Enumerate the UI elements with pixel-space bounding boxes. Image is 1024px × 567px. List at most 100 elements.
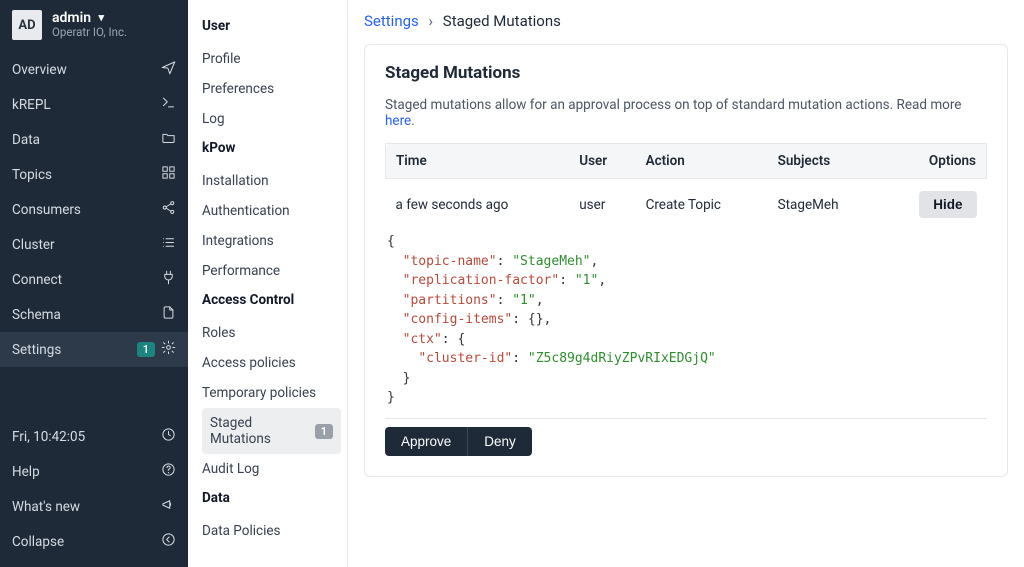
- cell-subjects: StageMeh: [768, 179, 880, 231]
- sidebar-item-label: Help: [12, 464, 161, 480]
- subnav-item-label: Roles: [202, 325, 235, 341]
- subnav-item-label: Log: [202, 111, 225, 127]
- subnav-item-label: Integrations: [202, 233, 274, 249]
- panel-title: Staged Mutations: [385, 63, 987, 83]
- mutation-payload: { "topic-name": "StageMeh", "replication…: [385, 230, 987, 419]
- col-time: Time: [386, 144, 570, 179]
- approve-button[interactable]: Approve: [385, 427, 467, 456]
- collapse-icon: [161, 532, 176, 551]
- subnav-item-data-policies[interactable]: Data Policies: [202, 516, 341, 546]
- subnav-group-title: User: [202, 18, 341, 34]
- subnav-item-label: Staged Mutations: [210, 415, 315, 447]
- list-icon: [161, 235, 176, 254]
- subnav-item-roles[interactable]: Roles: [202, 318, 341, 348]
- sidebar-item-label: Fri, 10:42:05: [12, 429, 161, 445]
- col-subjects: Subjects: [768, 144, 880, 179]
- mutations-table: Time User Action Subjects Options a few …: [385, 143, 987, 230]
- subnav-item-audit-log[interactable]: Audit Log: [202, 454, 341, 484]
- sidebar-item-label: Collapse: [12, 534, 161, 550]
- folder-icon: [161, 130, 176, 149]
- sidebar-footer-what-s-new[interactable]: What's new: [0, 489, 188, 524]
- subnav-item-label: Performance: [202, 263, 280, 279]
- sidebar-item-krepl[interactable]: kREPL: [0, 87, 188, 122]
- subnav-item-access-policies[interactable]: Access policies: [202, 348, 341, 378]
- sidebar-item-label: Overview: [12, 62, 161, 78]
- sidebar-footer-fri-10-42-05[interactable]: Fri, 10:42:05: [0, 419, 188, 454]
- chevron-down-icon: ▾: [99, 12, 105, 25]
- clock-icon: [161, 427, 176, 446]
- help-icon: [161, 462, 176, 481]
- sidebar-item-label: What's new: [12, 499, 161, 515]
- sidebar-item-label: kREPL: [12, 97, 161, 113]
- breadcrumb: Settings › Staged Mutations: [364, 12, 1008, 30]
- main-content: Settings › Staged Mutations Staged Mutat…: [348, 0, 1024, 567]
- subnav-group-title: kPow: [202, 140, 341, 156]
- col-user: User: [569, 144, 635, 179]
- sidebar-item-settings[interactable]: Settings1: [0, 332, 188, 367]
- sidebar-item-cluster[interactable]: Cluster: [0, 227, 188, 262]
- breadcrumb-current: Staged Mutations: [443, 12, 561, 30]
- sidebar-item-label: Cluster: [12, 237, 161, 253]
- cell-action: Create Topic: [636, 179, 768, 231]
- sidebar-item-connect[interactable]: Connect: [0, 262, 188, 297]
- cell-user: user: [569, 179, 635, 231]
- table-row: a few seconds ago user Create Topic Stag…: [386, 179, 987, 231]
- sidebar-badge: 1: [137, 342, 155, 357]
- share-icon: [161, 200, 176, 219]
- terminal-icon: [161, 95, 176, 114]
- subnav-item-label: Authentication: [202, 203, 290, 219]
- subnav-item-label: Data Policies: [202, 523, 280, 539]
- subnav-item-staged-mutations[interactable]: Staged Mutations1: [202, 408, 341, 454]
- user-name: admin: [52, 10, 91, 26]
- subnav-item-temporary-policies[interactable]: Temporary policies: [202, 378, 341, 408]
- subnav-item-label: Installation: [202, 173, 269, 189]
- deny-button[interactable]: Deny: [467, 427, 532, 456]
- user-menu[interactable]: AD admin ▾ Operatr IO, Inc.: [0, 0, 188, 52]
- subnav-item-label: Temporary policies: [202, 385, 316, 401]
- hide-button[interactable]: Hide: [919, 191, 976, 218]
- megaphone-icon: [161, 497, 176, 516]
- col-action: Action: [636, 144, 768, 179]
- gear-icon: [161, 340, 176, 359]
- subnav-item-log[interactable]: Log: [202, 104, 341, 134]
- user-org: Operatr IO, Inc.: [52, 26, 127, 39]
- subnav-badge: 1: [315, 424, 333, 439]
- sidebar-item-schema[interactable]: Schema: [0, 297, 188, 332]
- primary-sidebar: AD admin ▾ Operatr IO, Inc. Overview kREP…: [0, 0, 188, 567]
- col-options: Options: [880, 144, 987, 179]
- sidebar-item-consumers[interactable]: Consumers: [0, 192, 188, 227]
- subnav-item-label: Audit Log: [202, 461, 259, 477]
- sidebar-item-data[interactable]: Data: [0, 122, 188, 157]
- subnav-item-authentication[interactable]: Authentication: [202, 196, 341, 226]
- subnav-item-label: Profile: [202, 51, 241, 67]
- sidebar-item-label: Consumers: [12, 202, 161, 218]
- panel-description: Staged mutations allow for an approval p…: [385, 97, 987, 129]
- sidebar-item-label: Connect: [12, 272, 161, 288]
- subnav-group-title: Data: [202, 490, 341, 506]
- subnav-item-preferences[interactable]: Preferences: [202, 74, 341, 104]
- sidebar-item-overview[interactable]: Overview: [0, 52, 188, 87]
- read-more-link[interactable]: here: [385, 113, 411, 129]
- avatar: AD: [12, 10, 42, 40]
- sidebar-footer-collapse[interactable]: Collapse: [0, 524, 188, 559]
- subnav-item-installation[interactable]: Installation: [202, 166, 341, 196]
- decision-actions: Approve Deny: [385, 427, 987, 456]
- grid-icon: [161, 165, 176, 184]
- file-icon: [161, 305, 176, 324]
- paper-plane-icon: [161, 60, 176, 79]
- subnav-item-label: Preferences: [202, 81, 274, 97]
- breadcrumb-root[interactable]: Settings: [364, 12, 419, 30]
- sidebar-item-label: Schema: [12, 307, 161, 323]
- sidebar-footer-help[interactable]: Help: [0, 454, 188, 489]
- sidebar-item-label: Topics: [12, 167, 161, 183]
- settings-subnav: User Profile Preferences Log kPow Installatio…: [188, 0, 348, 567]
- sidebar-item-topics[interactable]: Topics: [0, 157, 188, 192]
- subnav-item-integrations[interactable]: Integrations: [202, 226, 341, 256]
- subnav-group-title: Access Control: [202, 292, 341, 308]
- sidebar-item-label: Data: [12, 132, 161, 148]
- plug-icon: [161, 270, 176, 289]
- subnav-item-performance[interactable]: Performance: [202, 256, 341, 286]
- chevron-right-icon: ›: [429, 12, 434, 30]
- cell-time: a few seconds ago: [386, 179, 570, 231]
- subnav-item-profile[interactable]: Profile: [202, 44, 341, 74]
